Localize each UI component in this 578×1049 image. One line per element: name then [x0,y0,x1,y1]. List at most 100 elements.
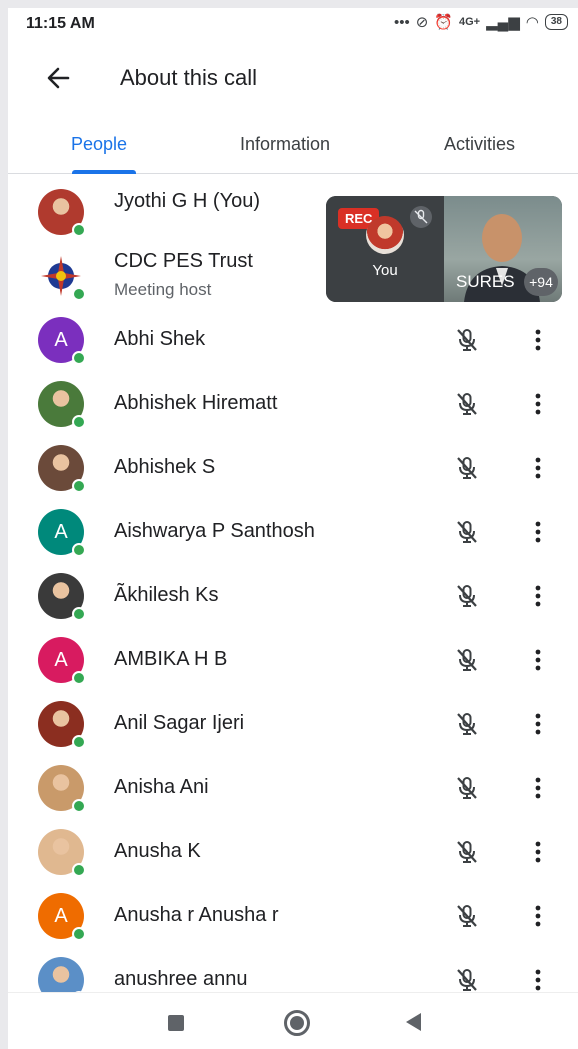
mic-off-icon[interactable] [453,518,481,546]
page-title: About this call [120,65,257,90]
more-notifications-icon: ••• [393,13,410,31]
participant-name: Anil Sagar Ijeri [114,712,245,734]
active-tab-indicator [72,170,136,174]
mic-off-icon[interactable] [453,390,481,418]
participant-role: Meeting host [114,280,212,299]
pinned-participant-name: SURES [456,272,515,291]
more-participants-badge: +94 [524,268,558,296]
tab-activities[interactable]: Activities [444,134,515,174]
online-status-dot [72,479,86,493]
online-status-dot [72,543,86,557]
participant-row[interactable]: Abhishek Hirematt [8,372,578,436]
participant-name: Ãkhilesh Ks [114,584,219,606]
more-options-icon[interactable] [524,454,552,482]
participant-row[interactable]: A Anusha r Anusha r [8,884,578,948]
home-button[interactable] [284,1010,310,1036]
participant-name: Abhi Shek [114,328,206,350]
more-options-icon[interactable] [524,326,552,354]
participant-name: Anusha K [114,840,201,862]
wifi-icon: ◠ [525,14,539,31]
online-status-dot [72,863,86,877]
participant-avatar: A [38,317,86,365]
more-options-icon[interactable] [524,838,552,866]
more-options-icon[interactable] [524,390,552,418]
participant-avatar [38,829,86,877]
participant-avatar [38,381,86,429]
more-options-icon[interactable] [524,774,552,802]
more-options-icon[interactable] [524,902,552,930]
online-status-dot [72,415,86,429]
signal-bars-icon: ▂▄▆ [486,14,520,31]
participant-name: Anisha Ani [114,776,209,798]
participant-row[interactable]: Anisha Ani [8,756,578,820]
signal-icon: 4G+ [458,16,481,28]
participant-name: Abhishek Hirematt [114,392,278,414]
participant-name: AMBIKA H B [114,648,228,670]
more-options-icon[interactable] [524,646,552,674]
app-header: About this call [8,54,578,102]
more-options-icon[interactable] [524,710,552,738]
tab-people[interactable]: People [71,134,127,174]
online-status-dot [72,671,86,685]
participant-avatar: A [38,509,86,557]
mic-off-icon[interactable] [453,966,481,994]
participant-row[interactable]: A AMBIKA H B [8,628,578,692]
participant-avatar [38,765,86,813]
participant-avatar [38,253,86,301]
online-status-dot [72,223,86,237]
mic-off-icon[interactable] [453,838,481,866]
participant-avatar: A [38,893,86,941]
online-status-dot [72,287,86,301]
status-time: 11:15 AM [26,15,95,32]
alarm-icon: ⏰ [434,14,453,31]
participant-avatar [38,445,86,493]
mic-off-icon[interactable] [453,326,481,354]
dnd-icon: ⊘ [415,14,429,31]
participant-name: Abhishek S [114,456,216,478]
status-icons: ••• ⊘ ⏰ 4G+ ▂▄▆ ◠ 38 [394,13,568,31]
mic-off-icon[interactable] [453,774,481,802]
online-status-dot [72,799,86,813]
battery-icon: 38 [544,14,568,30]
participant-avatar [38,189,86,237]
self-mic-off-icon [410,206,432,228]
mic-off-icon[interactable] [453,710,481,738]
more-options-icon[interactable] [524,582,552,610]
online-status-dot [72,927,86,941]
participant-name: CDC PES Trust [114,250,253,272]
participant-name: Anusha r Anusha r [114,904,279,926]
online-status-dot [72,735,86,749]
participant-row[interactable]: Anil Sagar Ijeri [8,692,578,756]
system-back-button[interactable] [406,1013,421,1031]
participant-avatar: A [38,637,86,685]
participant-name: anushree annu [114,968,248,990]
participant-row[interactable]: Abhishek S [8,436,578,500]
participant-name: Aishwarya P Santhosh [114,520,315,542]
self-tile: REC You [326,196,444,302]
online-status-dot [72,351,86,365]
participant-row[interactable]: Anusha K [8,820,578,884]
mic-off-icon[interactable] [453,454,481,482]
participant-avatar [38,573,86,621]
more-options-icon[interactable] [524,966,552,994]
mic-off-icon[interactable] [453,902,481,930]
online-status-dot [72,607,86,621]
participant-row[interactable]: Ãkhilesh Ks [8,564,578,628]
self-avatar [366,216,404,254]
status-bar: 11:15 AM ••• ⊘ ⏰ 4G+ ▂▄▆ ◠ 38 [8,8,578,42]
participant-avatar [38,701,86,749]
participant-row[interactable]: A Abhi Shek [8,308,578,372]
back-arrow-icon[interactable] [40,62,80,94]
participant-name: Jyothi G H (You) [114,190,260,212]
tab-information[interactable]: Information [240,134,330,174]
participant-row[interactable]: A Aishwarya P Santhosh [8,500,578,564]
phone-screen: 11:15 AM ••• ⊘ ⏰ 4G+ ▂▄▆ ◠ 38 About this… [8,8,578,1049]
self-view-overlay[interactable]: REC You SURES +94 [326,196,562,302]
mic-off-icon[interactable] [453,646,481,674]
more-options-icon[interactable] [524,518,552,546]
mic-off-icon[interactable] [453,582,481,610]
recents-button[interactable] [168,1015,184,1031]
system-nav-bar [8,992,578,1049]
self-label: You [372,262,398,279]
tab-bar: People Information Activities [8,126,578,174]
